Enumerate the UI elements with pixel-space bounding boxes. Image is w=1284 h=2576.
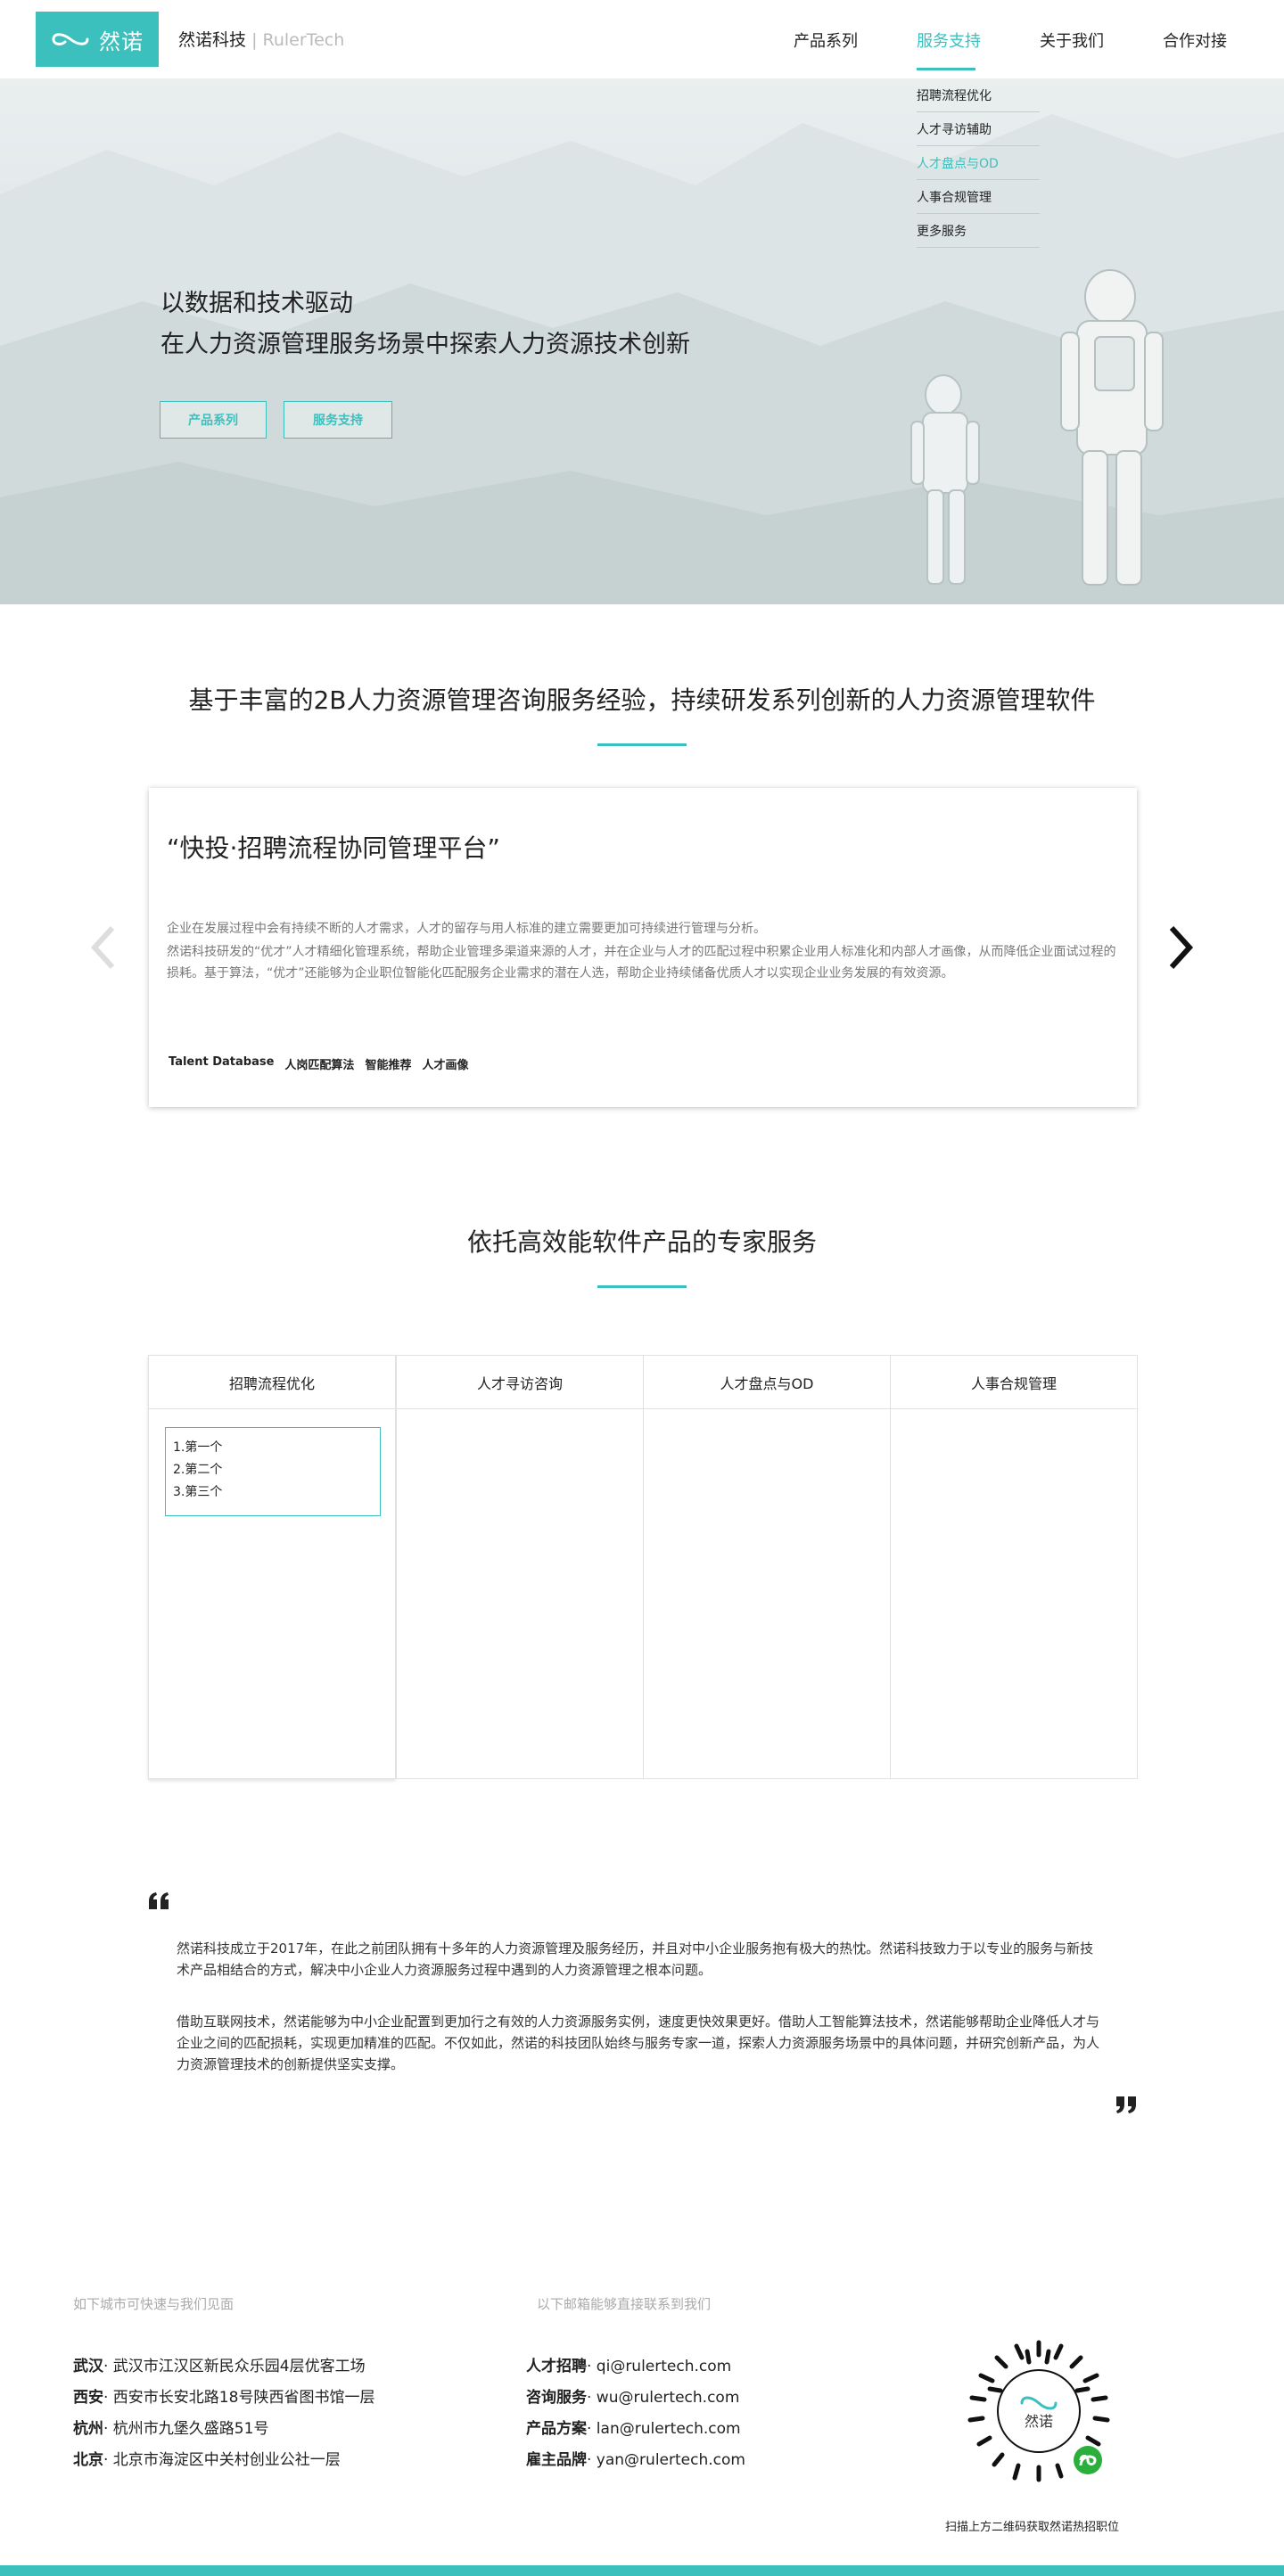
nav-item-services[interactable]: 服务支持 (917, 29, 981, 52)
product-tag: 人才画像 (422, 1059, 469, 1072)
product-card-tags: Talent Database 人岗匹配算法 智能推荐 人才画像 (169, 1055, 468, 1072)
city-name: 武汉 (73, 2358, 103, 2375)
email-label: 人才招聘 (526, 2358, 587, 2375)
service-column-recruitment: 招聘流程优化 1.第一个 2.第二个 3.第三个 (148, 1355, 396, 1779)
email-address[interactable]: · yan@rulertech.com (587, 2451, 745, 2469)
hero-headline-line1: 以数据和技术驱动 (160, 290, 353, 317)
emails-note: 以下邮箱能够直接联系到我们 (537, 2296, 712, 2312)
cities-note: 如下城市可快速与我们见面 (73, 2296, 235, 2312)
email-address[interactable]: · lan@rulertech.com (587, 2420, 741, 2438)
product-card-paragraph-1: 企业在发展过程中会有持续不断的人才需求，人才的留存与用人标准的建立需要更加可持续… (167, 922, 766, 936)
nav-item-cooperation[interactable]: 合作对接 (1163, 29, 1227, 52)
carousel-next-arrow[interactable] (1165, 923, 1197, 972)
dropdown-item-hr-compliance[interactable]: 人事合规管理 (917, 180, 1040, 214)
city-name: 北京 (73, 2451, 103, 2469)
service-tab-talent-search[interactable]: 人才寻访咨询 (397, 1356, 643, 1409)
dropdown-item-talent-search[interactable]: 人才寻访辅助 (917, 112, 1040, 146)
product-tag: 人岗匹配算法 (284, 1059, 355, 1072)
service-tab-hr-compliance[interactable]: 人事合规管理 (891, 1356, 1137, 1409)
hero-services-button[interactable]: 服务支持 (284, 401, 392, 439)
service-detail-item: 1.第一个 (173, 1440, 223, 1455)
product-tag: Talent Database (169, 1055, 275, 1069)
nav-active-underline (917, 68, 975, 70)
email-product[interactable]: 产品方案· lan@rulertech.com (526, 2416, 741, 2438)
city-address: · 西安市长安北路18号陕西省图书馆一层 (103, 2389, 375, 2407)
product-card: “快投·招聘流程协同管理平台” 企业在发展过程中会有持续不断的人才需求，人才的留… (149, 788, 1137, 1107)
email-address[interactable]: · wu@rulertech.com (587, 2389, 739, 2407)
services-section-title: 依托高效能软件产品的专家服务 (466, 1227, 817, 1257)
hero-banner: 以数据和技术驱动 在人力资源管理服务场景中探索人力资源技术创新 产品系列 服务支… (0, 78, 1284, 604)
hero-headline-line2: 在人力资源管理服务场景中探索人力资源技术创新 (160, 331, 690, 358)
main-nav: 产品系列 服务支持 关于我们 合作对接 (0, 29, 1284, 55)
chevron-right-icon (1169, 925, 1194, 970)
services-dropdown-menu: 招聘流程优化 人才寻访辅助 人才盘点与OD 人事合规管理 更多服务 (917, 78, 1040, 248)
email-consulting[interactable]: 咨询服务· wu@rulertech.com (526, 2384, 739, 2407)
email-address[interactable]: · qi@rulertech.com (587, 2358, 731, 2375)
chevron-left-icon (90, 925, 115, 970)
city-name: 西安 (73, 2389, 103, 2407)
quote-open-icon (149, 1892, 169, 1909)
city-address: · 武汉市江汉区新民众乐园4层优客工场 (103, 2358, 366, 2375)
service-detail-box: 1.第一个 2.第二个 3.第三个 (165, 1427, 381, 1516)
services-title-bar (597, 1285, 687, 1288)
service-tab-talent-review-od[interactable]: 人才盘点与OD (644, 1356, 890, 1409)
dropdown-item-more-services[interactable]: 更多服务 (917, 214, 1040, 248)
dropdown-item-recruitment[interactable]: 招聘流程优化 (917, 78, 1040, 112)
wechat-miniprogram-qr-code: 然诺 (967, 2340, 1110, 2482)
email-employer-brand[interactable]: 雇主品牌· yan@rulertech.com (526, 2447, 745, 2469)
email-label: 产品方案 (526, 2420, 587, 2438)
quote-close-icon (1116, 2096, 1136, 2113)
service-tab-recruitment[interactable]: 招聘流程优化 (149, 1356, 395, 1409)
service-column-talent-review-od: 人才盘点与OD (643, 1355, 891, 1779)
city-address-beijing: 北京· 北京市海淀区中关村创业公社一层 (73, 2447, 341, 2469)
service-detail-item: 3.第三个 (173, 1485, 223, 1499)
carousel-prev-arrow[interactable] (87, 923, 119, 972)
email-recruitment[interactable]: 人才招聘· qi@rulertech.com (526, 2353, 731, 2375)
qr-logo-text: 然诺 (1025, 2413, 1053, 2430)
city-address-hangzhou: 杭州· 杭州市九堡久盛路51号 (73, 2416, 268, 2438)
service-detail-item: 2.第二个 (173, 1463, 223, 1477)
dropdown-item-talent-review-od[interactable]: 人才盘点与OD (917, 146, 1040, 180)
city-address: · 杭州市九堡久盛路51号 (103, 2420, 269, 2438)
products-title-bar (597, 743, 687, 746)
service-column-hr-compliance: 人事合规管理 (890, 1355, 1138, 1779)
city-address-xian: 西安· 西安市长安北路18号陕西省图书馆一层 (73, 2384, 374, 2407)
footer-accent-bar (0, 2565, 1284, 2576)
nav-item-about[interactable]: 关于我们 (1040, 29, 1104, 52)
email-label: 咨询服务 (526, 2389, 587, 2407)
product-card-paragraph-2: 然诺科技研发的“优才”人才精细化管理系统，帮助企业管理多渠道来源的人才，并在企业… (167, 945, 1116, 980)
product-tag: 智能推荐 (365, 1059, 412, 1072)
hero-products-button[interactable]: 产品系列 (160, 401, 267, 439)
about-paragraph-2: 借助互联网技术，然诺能够为中小企业配置到更加行之有效的人力资源服务实例，速度更快… (177, 2014, 1100, 2072)
city-address-wuhan: 武汉· 武汉市江汉区新民众乐园4层优客工场 (73, 2353, 366, 2375)
qr-caption: 扫描上方二维码获取然诺热招职位 (945, 2521, 1120, 2534)
email-label: 雇主品牌 (526, 2451, 587, 2469)
service-column-talent-search: 人才寻访咨询 (396, 1355, 644, 1779)
city-address: · 北京市海淀区中关村创业公社一层 (103, 2451, 341, 2469)
nav-item-products[interactable]: 产品系列 (794, 29, 858, 52)
products-section-title: 基于丰富的2B人力资源管理咨询服务经验，持续研发系列创新的人力资源管理软件 (188, 685, 1096, 715)
city-name: 杭州 (73, 2420, 103, 2438)
site-header: 然诺 然诺科技 | RulerTech 产品系列 服务支持 关于我们 合作对接 (0, 0, 1284, 78)
product-card-title: “快投·招聘流程协同管理平台” (167, 833, 500, 863)
about-paragraph-1: 然诺科技成立于2017年，在此之前团队拥有十多年的人力资源管理及服务经历，并且对… (177, 1940, 1094, 1978)
